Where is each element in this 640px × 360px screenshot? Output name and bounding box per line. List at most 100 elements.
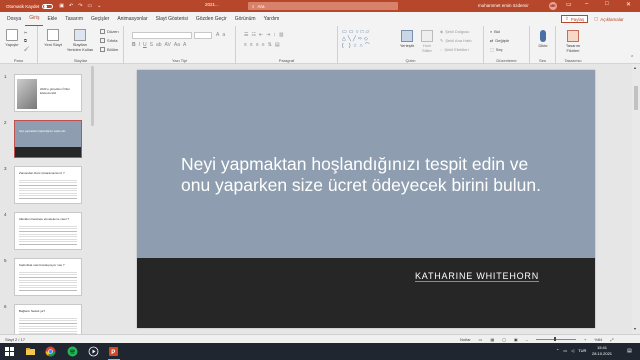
media-player-icon[interactable] [88, 346, 99, 357]
slide-thumbnail[interactable]: Neyi yapmaktan hoşlandığınızı tespit edi… [14, 120, 82, 158]
shapes-gallery[interactable]: ▭▭○□▱ △╲╱⇨◇{ }☆∩⌒ [342, 29, 396, 53]
align-left-icon[interactable]: ≡ [244, 42, 247, 48]
more-icon[interactable]: ⌄ [97, 3, 101, 9]
notes-button[interactable]: Notlar [460, 337, 471, 342]
toggle-switch[interactable] [42, 3, 54, 9]
shape-fill-button[interactable]: ◈ Şekil Dolgusu [440, 29, 470, 34]
case-icon[interactable]: Aa [174, 42, 180, 48]
columns-icon[interactable]: ▥ [279, 32, 284, 38]
language-indicator[interactable]: TUR [578, 348, 586, 353]
design-ideas-button[interactable]: Tasarım Fikirleri [559, 30, 587, 53]
select-button[interactable]: ⬚ Seç [490, 47, 503, 52]
slide-sorter-icon[interactable]: ▦ [490, 337, 494, 342]
shrink-font-icon[interactable]: a [222, 32, 225, 38]
tab-transitions[interactable]: Geçişler [87, 12, 113, 26]
slide-thumbnail[interactable]: Bağlantı Nedeli ya? [14, 304, 82, 334]
text-direction-icon[interactable]: ⇅ [268, 42, 272, 48]
slide-thumbnail[interactable]: Alkolden harekete etmeleleme nasıl ? [14, 212, 82, 250]
maximize-button[interactable]: □ [605, 1, 609, 7]
user-name[interactable]: muhammet emin özdemir [478, 3, 529, 8]
windows-start-icon[interactable] [4, 346, 15, 357]
smartart-icon[interactable]: ▤ [275, 42, 280, 48]
close-button[interactable]: ✕ [626, 1, 631, 8]
collapse-ribbon-icon[interactable]: ⌃ [630, 55, 634, 61]
quick-styles-button[interactable]: Hızlı Stiller [418, 30, 436, 53]
dictate-button[interactable]: Dikte [533, 30, 553, 48]
zoom-slider[interactable] [536, 337, 577, 341]
bold-icon[interactable]: B [132, 42, 136, 48]
tab-view[interactable]: Görünüm [231, 12, 260, 26]
redo-icon[interactable]: ↷ [78, 3, 82, 9]
shape-effects-button[interactable]: ◌ Şekil Efektleri [440, 47, 469, 52]
vertical-scrollbar[interactable]: ▴ ▾ [632, 64, 640, 334]
bullets-icon[interactable]: ☰ [244, 32, 248, 38]
section-button[interactable]: Bölüm [100, 47, 118, 52]
thumbnail-scrollbar[interactable] [91, 66, 94, 126]
slide-author-text[interactable]: KATHARINE WHITEHORN [415, 271, 540, 282]
strikethrough-icon[interactable]: S [150, 42, 153, 48]
tab-file[interactable]: Dosya [3, 12, 25, 26]
zoom-in-icon[interactable]: + [584, 337, 586, 342]
align-right-icon[interactable]: ≡ [256, 42, 259, 48]
powerpoint-icon[interactable]: P [108, 346, 119, 357]
normal-view-icon[interactable]: ▭ [479, 337, 483, 342]
tab-insert[interactable]: Ekle [43, 12, 61, 26]
reading-view-icon[interactable]: ▢ [502, 337, 506, 342]
scrollbar-thumb[interactable] [634, 86, 638, 110]
volume-icon[interactable]: ◁ [571, 348, 574, 353]
slide-quote-text[interactable]: Neyi yapmaktan hoşlandığınızı tespit edi… [181, 154, 561, 196]
comments-button[interactable]: ▢ Açıklamalar [591, 15, 627, 23]
italic-icon[interactable]: I [139, 42, 140, 48]
font-size-select[interactable] [194, 32, 212, 39]
scroll-down-icon[interactable]: ▾ [634, 326, 636, 331]
autosave-toggle[interactable]: Otomatik Kaydet [6, 3, 54, 9]
search-box[interactable]: ⌕ Ara [248, 2, 398, 10]
tab-animations[interactable]: Animasyonlar [113, 12, 151, 26]
tab-slideshow[interactable]: Slayt Gösterisi [152, 12, 192, 26]
tab-design[interactable]: Tasarım [61, 12, 87, 26]
format-painter-icon[interactable]: 🖌 [24, 46, 29, 51]
file-explorer-icon[interactable] [25, 346, 36, 357]
tray-chevron-icon[interactable]: ⌃ [556, 348, 559, 353]
share-button[interactable]: ⇪ Paylaş [561, 15, 589, 23]
tab-help[interactable]: Yardım [260, 12, 284, 26]
scroll-up-icon[interactable]: ▴ [634, 65, 636, 70]
align-center-icon[interactable]: ≡ [250, 42, 253, 48]
copy-icon[interactable]: ⧉ [24, 38, 27, 43]
underline-icon[interactable]: U [143, 42, 147, 48]
slide-thumbnail[interactable]: 2021'e göre/den Örtler kılavuzundd [14, 74, 82, 112]
paste-button[interactable]: Yapıştır [4, 29, 20, 47]
replace-button[interactable]: ⇄ Değiştir [490, 38, 509, 43]
avatar[interactable]: ME [549, 2, 557, 10]
reset-button[interactable]: Sıfırla [100, 38, 117, 43]
spotify-icon[interactable] [67, 346, 78, 357]
chrome-icon[interactable] [45, 346, 56, 357]
tab-home[interactable]: Giriş [25, 12, 44, 26]
slideshow-view-icon[interactable]: ▣ [514, 337, 518, 342]
undo-icon[interactable]: ↶ [69, 3, 73, 9]
current-slide[interactable]: Neyi yapmaktan hoşlandığınızı tespit edi… [137, 70, 595, 328]
reuse-slides-button[interactable]: Slaytları Yeniden Kullan [66, 29, 94, 52]
numbering-icon[interactable]: ☷ [251, 32, 255, 38]
zoom-out-icon[interactable]: – [526, 337, 528, 342]
arrange-button[interactable]: Yerleştir [398, 30, 416, 48]
zoom-level[interactable]: %84 [594, 337, 602, 342]
layout-button[interactable]: Düzen [100, 29, 119, 34]
notification-icon[interactable]: ▤ [627, 348, 632, 354]
line-spacing-icon[interactable]: ↕ [273, 32, 276, 38]
fit-slide-icon[interactable]: ⤢ [610, 337, 613, 342]
font-color-icon[interactable]: A [183, 42, 186, 48]
find-button[interactable]: ⌕ Bul [490, 29, 500, 34]
save-icon[interactable]: ▣ [59, 3, 64, 9]
spacing-icon[interactable]: AV [165, 42, 171, 48]
taskbar-clock[interactable]: 15:41 28.10.2021 [592, 345, 612, 357]
network-icon[interactable]: ▭ [563, 348, 567, 353]
shape-outline-button[interactable]: ✎ Şekil Ana Hattı [440, 38, 472, 43]
decrease-indent-icon[interactable]: ⇤ [259, 32, 263, 38]
cut-icon[interactable]: ✂ [24, 30, 27, 35]
increase-indent-icon[interactable]: ⇥ [266, 32, 270, 38]
minimize-button[interactable]: – [585, 1, 588, 7]
grow-font-icon[interactable]: A [216, 32, 219, 38]
slideshow-icon[interactable]: ▭ [87, 3, 92, 9]
ribbon-display-icon[interactable]: ▭ [566, 1, 572, 8]
